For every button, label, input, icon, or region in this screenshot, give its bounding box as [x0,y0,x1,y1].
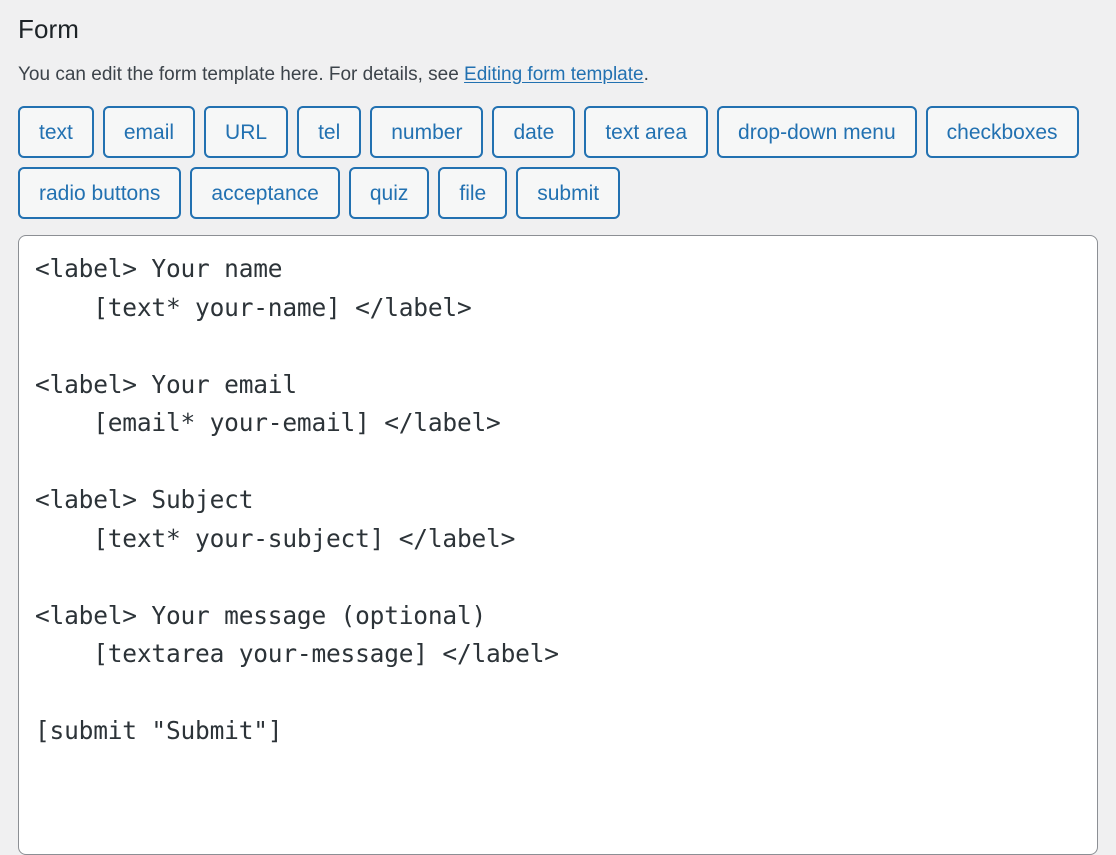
tag-button-radio-buttons[interactable]: radio buttons [18,167,181,219]
form-template-panel: Form You can edit the form template here… [0,0,1116,855]
tag-generator-button-group: text email URL tel number date text area… [18,88,1096,219]
tag-button-email[interactable]: email [103,106,195,158]
form-template-textarea[interactable]: <label> Your name [text* your-name] </la… [18,235,1098,855]
tag-button-text-area[interactable]: text area [584,106,708,158]
tag-button-date[interactable]: date [492,106,575,158]
editing-form-template-link[interactable]: Editing form template [464,64,644,85]
tag-button-drop-down-menu[interactable]: drop-down menu [717,106,917,158]
page-title: Form [18,0,1098,46]
form-description-text-before: You can edit the form template here. For… [18,64,464,85]
form-template-editor-wrap: <label> Your name [text* your-name] </la… [18,219,1098,855]
tag-button-number[interactable]: number [370,106,483,158]
tag-button-quiz[interactable]: quiz [349,167,430,219]
tag-button-submit[interactable]: submit [516,167,620,219]
tag-button-tel[interactable]: tel [297,106,361,158]
tag-button-checkboxes[interactable]: checkboxes [926,106,1079,158]
tag-button-url[interactable]: URL [204,106,288,158]
form-description: You can edit the form template here. For… [18,46,1098,88]
form-description-text-after: . [644,64,649,85]
tag-button-file[interactable]: file [438,167,507,219]
tag-button-text[interactable]: text [18,106,94,158]
tag-button-acceptance[interactable]: acceptance [190,167,339,219]
